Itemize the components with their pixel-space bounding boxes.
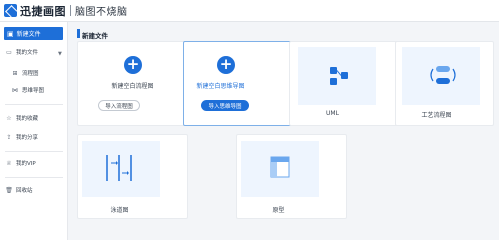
top-bar: 迅捷画图 脑图不烧脑 (0, 0, 499, 22)
swimlane-template-card[interactable]: 泳道图 (77, 134, 188, 219)
plus-icon: + (124, 56, 142, 74)
section-accent-bar (77, 29, 80, 38)
new-file-label: 新建文件 (16, 31, 41, 38)
plus-icon: + (217, 56, 235, 74)
brand-subtitle: 脑图不烧脑 (75, 7, 128, 18)
sidebar-item-share[interactable]: ⇪ 我的分享 (5, 133, 39, 142)
chevron-down-icon[interactable]: ▼ (58, 51, 62, 57)
prototype-icon (270, 156, 290, 178)
card-label: 新建空白思维导图 (196, 83, 245, 90)
brand-name: 迅捷画图 (20, 4, 66, 18)
sidebar-divider (5, 177, 63, 178)
sidebar-item-favorites[interactable]: ☆ 我的收藏 (5, 114, 39, 123)
sidebar-item-label: 我的分享 (16, 135, 39, 141)
process-flowchart-card[interactable]: 工艺流程图 (395, 41, 494, 126)
import-flowchart-button[interactable]: 导入流程图 (98, 100, 140, 111)
sidebar-item-label: 我的VIP (16, 161, 36, 167)
folder-icon: ▭ (6, 48, 12, 56)
card-label: 原型 (272, 207, 285, 214)
card-label: 工艺流程图 (421, 112, 452, 119)
process-thumbnail (402, 47, 480, 105)
sidebar-item-flowchart[interactable]: ⊞ 流程图 (11, 69, 39, 78)
flowchart-icon: ⊞ (12, 69, 18, 77)
brand-divider (70, 5, 71, 16)
uml-thumbnail (298, 47, 376, 105)
sidebar-item-label: 流程图 (22, 71, 39, 77)
section-title: 新建文件 (82, 32, 108, 40)
sidebar-item-mindmap[interactable]: ⋈ 思维导图 (11, 86, 45, 95)
sidebar-item-vip[interactable]: ♕ 我的VIP (5, 159, 36, 168)
trash-icon: 🗑 (5, 186, 13, 194)
vip-icon: ♕ (6, 159, 12, 167)
sidebar-divider (5, 104, 63, 105)
uml-icon (330, 67, 348, 85)
card-label: UML (326, 110, 339, 117)
new-file-icon: ▣ (7, 29, 14, 38)
prototype-template-card[interactable]: 原型 (236, 134, 347, 219)
share-icon: ⇪ (6, 133, 12, 141)
app-window: 迅捷画图 脑图不烧脑 ▣ 新建文件 ▭ 我的文件 ▼ ⊞ 流程图 ⋈ 思维导图 … (0, 0, 499, 240)
sidebar-item-label: 思维导图 (22, 88, 45, 94)
sidebar-item-label: 回收站 (16, 188, 33, 194)
swimlane-icon (106, 155, 132, 181)
sidebar-item-label: 我的文件 (16, 50, 39, 56)
new-file-button[interactable]: ▣ 新建文件 (4, 27, 63, 40)
logo-icon (4, 4, 17, 17)
swimlane-thumbnail (82, 141, 160, 197)
star-icon: ☆ (6, 114, 12, 122)
prototype-thumbnail (241, 141, 319, 197)
import-mindmap-button[interactable]: 导入思维导图 (201, 100, 249, 111)
sidebar-item-recycle[interactable]: 🗑 回收站 (5, 186, 33, 195)
uml-template-card[interactable]: UML (289, 41, 400, 126)
sidebar-item-label: 我的收藏 (16, 116, 39, 122)
sidebar-divider (5, 151, 63, 152)
mindmap-icon: ⋈ (12, 86, 18, 94)
card-label: 泳道图 (110, 207, 129, 214)
sidebar-item-my-files[interactable]: ▭ 我的文件 (5, 48, 39, 57)
process-icon (430, 66, 456, 84)
sidebar: ▣ 新建文件 ▭ 我的文件 ▼ ⊞ 流程图 ⋈ 思维导图 ☆ 我的收藏 ⇪ 我的… (0, 22, 68, 240)
